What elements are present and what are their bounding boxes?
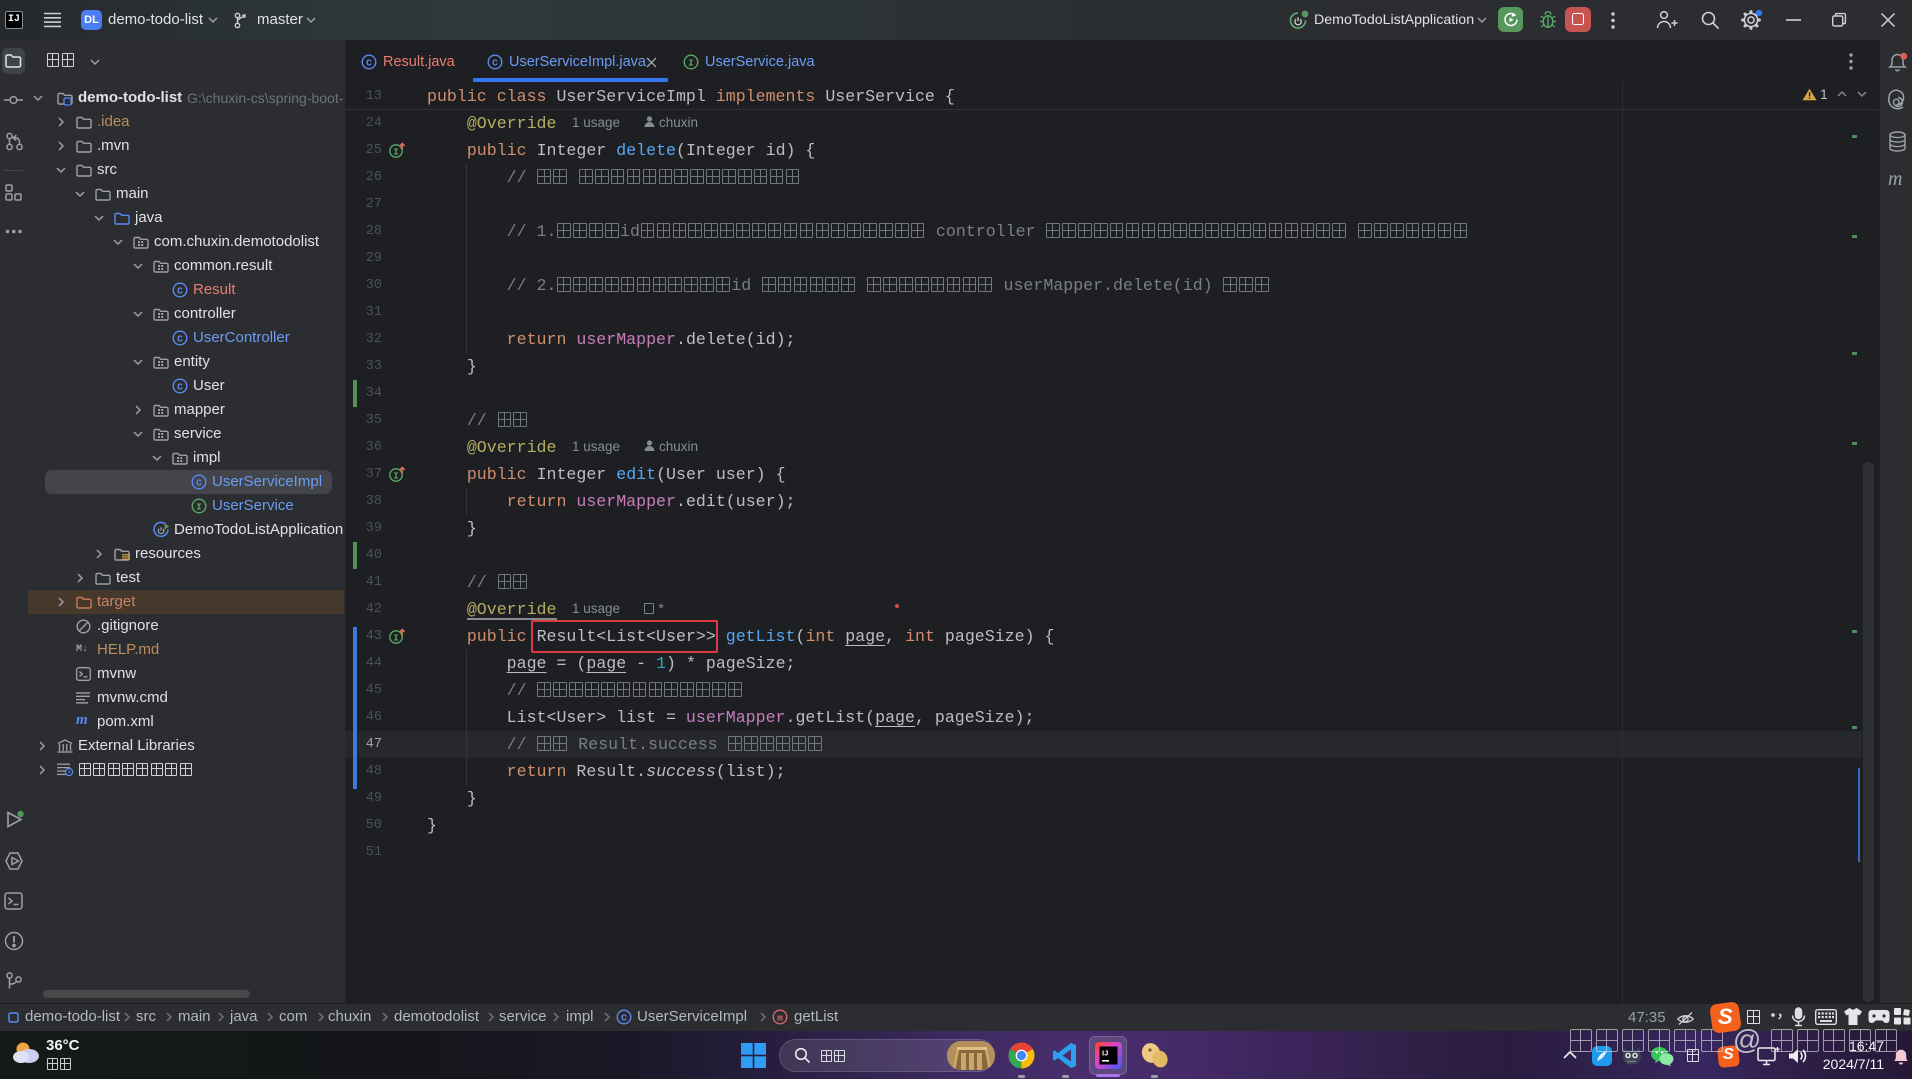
svg-text:C: C [177,381,183,392]
svg-text:I: I [393,147,398,157]
svg-text:C: C [196,477,202,488]
svg-text:C: C [177,333,183,344]
svg-text:C: C [177,285,183,296]
svg-text:IJ: IJ [1102,1049,1108,1058]
svg-text:I: I [393,633,398,643]
svg-text:I: I [393,471,398,481]
svg-text:I: I [688,57,694,68]
svg-text:m: m [777,1012,783,1023]
svg-text:C: C [621,1012,627,1023]
svg-text:C: C [492,57,498,68]
svg-text:C: C [366,57,372,68]
svg-text:I: I [196,501,202,512]
